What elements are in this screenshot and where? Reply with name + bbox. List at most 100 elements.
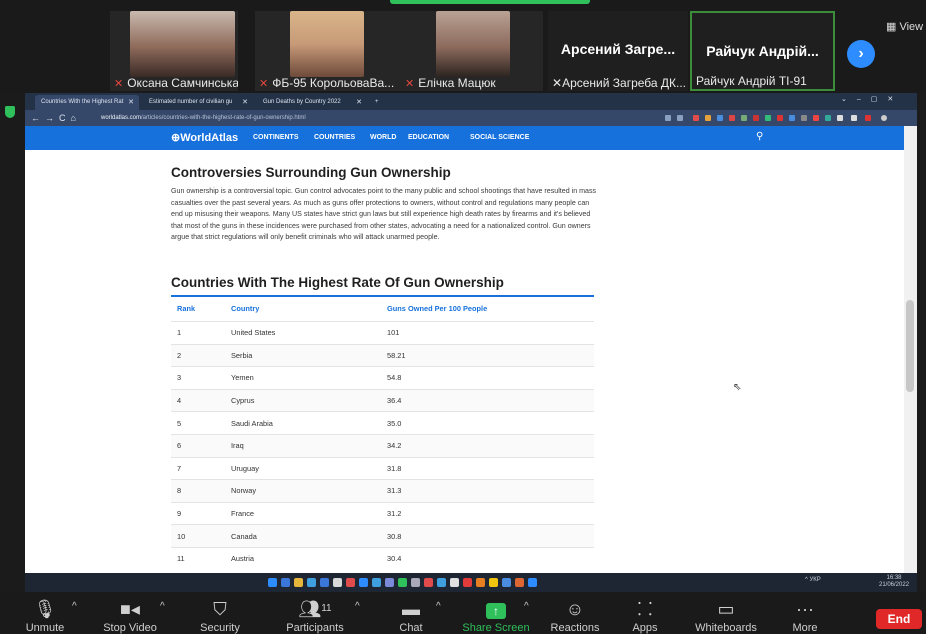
extension-icon[interactable]	[753, 115, 759, 121]
taskbar-app-icon[interactable]	[307, 578, 316, 587]
whiteboards-button[interactable]: ▭ Whiteboards	[690, 598, 762, 634]
nav-link-continents[interactable]: CONTINENTS	[253, 126, 299, 150]
taskbar-app-icon[interactable]	[359, 578, 368, 587]
taskbar-app-icon[interactable]	[476, 578, 485, 587]
taskbar-app-icon[interactable]	[294, 578, 303, 587]
nav-link-social-science[interactable]: SOCIAL SCIENCE	[470, 126, 529, 150]
extension-icon[interactable]	[693, 115, 699, 121]
guns-cell: 31.8	[387, 456, 594, 480]
chevron-up-icon[interactable]: ^	[436, 601, 441, 612]
guns-cell: 54.8	[387, 366, 594, 390]
security-button[interactable]: ⛉ Security	[196, 598, 244, 634]
close-icon[interactable]: ✕	[242, 95, 248, 110]
table-row: 11 Austria 30.4	[171, 546, 594, 570]
nav-arrows-icon[interactable]: ←→C⌂	[31, 110, 81, 126]
end-meeting-button[interactable]: End	[876, 609, 922, 629]
search-icon[interactable]: ⚲	[756, 131, 763, 142]
taskbar-app-icon[interactable]	[437, 578, 446, 587]
country-cell: Saudi Arabia	[231, 411, 387, 435]
taskbar-app-icon[interactable]	[385, 578, 394, 587]
participant-name: Райчук Андрій ТІ-91	[696, 74, 807, 88]
view-button[interactable]: ▦ View	[886, 20, 923, 33]
taskbar-app-icon[interactable]	[320, 578, 329, 587]
apps-button[interactable]: ⸬ Apps	[630, 598, 660, 634]
browser-tab[interactable]: Gun Deaths by Country 2022 ✕	[257, 95, 367, 110]
window-controls[interactable]: ⌄–▢✕	[841, 95, 903, 103]
taskbar-app-icon[interactable]	[346, 578, 355, 587]
extension-icon[interactable]	[729, 115, 735, 121]
browser-tab[interactable]: Estimated number of civilian gu ✕	[143, 95, 253, 110]
scrollbar-thumb[interactable]	[906, 300, 914, 392]
taskbar-app-icon[interactable]	[463, 578, 472, 587]
table-row: 2 Serbia 58.21	[171, 343, 594, 367]
unmute-button[interactable]: 🎙︎ Unmute	[22, 598, 68, 634]
close-icon[interactable]: ✕	[128, 95, 134, 110]
taskbar-app-icon[interactable]	[528, 578, 537, 587]
extension-icon[interactable]	[717, 115, 723, 121]
new-tab-button[interactable]: +	[369, 95, 383, 110]
profile-icon[interactable]	[881, 115, 887, 121]
close-icon[interactable]: ✕	[356, 95, 362, 110]
extension-icon[interactable]	[741, 115, 747, 121]
participant-tile[interactable]: ✕ Елічка Мацюк	[403, 11, 543, 91]
extension-icon[interactable]	[837, 115, 843, 121]
taskbar-app-icon[interactable]	[450, 578, 459, 587]
country-cell: Canada	[231, 524, 387, 548]
next-page-button[interactable]: ›	[847, 40, 875, 68]
extension-icon[interactable]	[825, 115, 831, 121]
language-indicator[interactable]: УКР	[810, 577, 821, 583]
extension-icon[interactable]	[851, 115, 857, 121]
people-icon: 👥︎	[298, 599, 322, 619]
rank-cell: 4	[171, 388, 231, 412]
country-cell: France	[231, 501, 387, 525]
taskbar-app-icon[interactable]	[281, 578, 290, 587]
share-icon[interactable]	[665, 115, 671, 121]
nav-link-education[interactable]: EDUCATION	[408, 126, 449, 150]
star-icon[interactable]	[677, 115, 683, 121]
chevron-up-icon[interactable]: ^	[355, 601, 360, 612]
clock[interactable]: 16:38 21/06/2022	[879, 575, 909, 589]
extension-icon[interactable]	[705, 115, 711, 121]
chat-bubble-icon: ▬	[402, 599, 420, 619]
taskbar-app-icon[interactable]	[424, 578, 433, 587]
extension-icon[interactable]	[789, 115, 795, 121]
nav-link-countries[interactable]: COUNTRIES	[314, 126, 355, 150]
participant-tile[interactable]: ✕ ФБ-95 КорольоваВа...	[255, 11, 403, 91]
meeting-toolbar: 🎙︎ Unmute ^ ■◂ Stop Video ^ ⛉ Security 👥︎11…	[0, 592, 926, 634]
chevron-up-icon[interactable]: ^	[72, 601, 77, 612]
chevron-up-icon[interactable]: ^	[160, 601, 165, 612]
more-button[interactable]: ··· More	[788, 598, 822, 634]
participant-name: Елічка Мацюк	[418, 76, 496, 90]
extension-icon[interactable]	[813, 115, 819, 121]
chevron-up-icon[interactable]: ^	[524, 601, 529, 612]
taskbar-app-icon[interactable]	[372, 578, 381, 587]
active-speaker-tile[interactable]: Райчук Андрій... Райчук Андрій ТІ-91	[690, 11, 835, 91]
taskbar-app-icon[interactable]	[268, 578, 277, 587]
address-bar[interactable]: ←→C⌂ worldatlas.com/articles/countries-w…	[25, 110, 917, 126]
extension-icon[interactable]	[801, 115, 807, 121]
browser-tab[interactable]: Countries With the Highest Rat ✕	[35, 95, 139, 110]
table-row: 10 Canada 30.8	[171, 524, 594, 548]
taskbar-app-icon[interactable]	[502, 578, 511, 587]
extension-icon[interactable]	[765, 115, 771, 121]
extension-icon[interactable]	[777, 115, 783, 121]
worldatlas-logo[interactable]: ⊕WorldAtlas	[171, 126, 238, 150]
taskbar-app-icon[interactable]	[515, 578, 524, 587]
stop-video-button[interactable]: ■◂ Stop Video	[98, 598, 162, 634]
taskbar-app-icon[interactable]	[489, 578, 498, 587]
nav-link-world[interactable]: WORLD	[370, 126, 396, 150]
chat-button[interactable]: ▬ Chat	[396, 598, 426, 634]
ellipsis-icon: ···	[796, 599, 814, 619]
country-cell: United States	[231, 321, 387, 345]
extension-icon[interactable]	[865, 115, 871, 121]
participant-tile[interactable]: ✕ Оксана Самчинська	[110, 11, 238, 91]
taskbar-app-icon[interactable]	[333, 578, 342, 587]
taskbar-app-icon[interactable]	[398, 578, 407, 587]
participants-button[interactable]: 👥︎11 Participants	[282, 598, 348, 634]
share-screen-button[interactable]: ↑ Share Screen	[458, 598, 534, 634]
guns-cell: 58.21	[387, 343, 594, 367]
reactions-button[interactable]: ☺ Reactions	[546, 598, 604, 634]
taskbar-app-icon[interactable]	[411, 578, 420, 587]
participant-tile[interactable]: Арсений Загре... ✕Арсений Загреба ДК...	[548, 11, 688, 91]
tray-arrow-icon[interactable]: ^	[805, 577, 808, 583]
